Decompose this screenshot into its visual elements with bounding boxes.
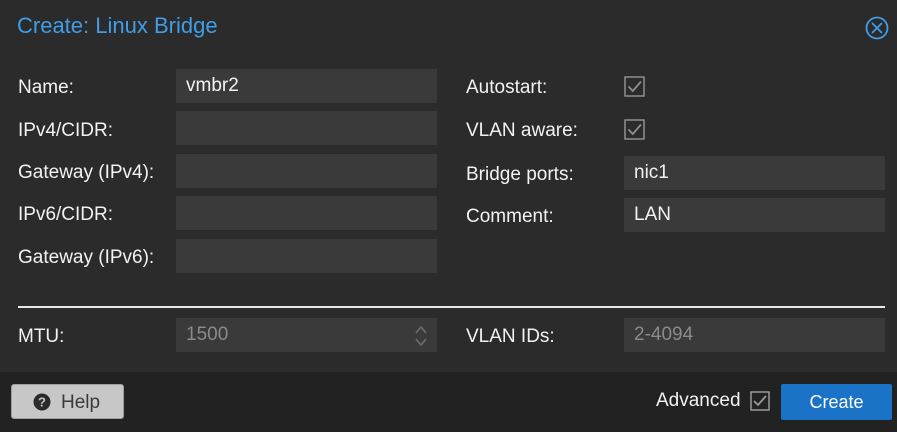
checkmark-icon bbox=[624, 119, 645, 140]
gateway-ipv4-label: Gateway (IPv4): bbox=[18, 162, 155, 183]
mtu-label: MTU: bbox=[18, 326, 65, 347]
close-icon[interactable] bbox=[865, 16, 889, 40]
name-label: Name: bbox=[18, 77, 74, 98]
dialog-title: Create: Linux Bridge bbox=[17, 13, 218, 38]
dialog-titlebar: Create: Linux Bridge bbox=[0, 0, 897, 54]
advanced-checkbox[interactable] bbox=[750, 391, 770, 411]
question-circle-icon: ? bbox=[33, 393, 51, 411]
gateway-ipv6-field[interactable] bbox=[176, 239, 437, 273]
vlan-ids-label: VLAN IDs: bbox=[466, 326, 555, 347]
ipv6-cidr-field[interactable] bbox=[176, 196, 437, 230]
help-button-label: Help bbox=[61, 392, 101, 413]
ipv6-cidr-label: IPv6/CIDR: bbox=[18, 204, 114, 225]
dialog-footer: ? Help Advanced Create bbox=[0, 372, 897, 432]
vlan-ids-field[interactable]: 2-4094 bbox=[624, 318, 885, 352]
gateway-ipv6-label: Gateway (IPv6): bbox=[18, 247, 155, 268]
ipv4-cidr-field[interactable] bbox=[176, 111, 437, 145]
comment-field[interactable]: LAN bbox=[624, 198, 885, 232]
section-divider bbox=[18, 306, 885, 308]
gateway-ipv4-field[interactable] bbox=[176, 154, 437, 188]
vlan-aware-label: VLAN aware: bbox=[466, 120, 578, 141]
svg-text:?: ? bbox=[38, 395, 46, 410]
autostart-checkbox[interactable] bbox=[624, 76, 646, 98]
mtu-field[interactable]: 1500 bbox=[176, 318, 437, 352]
bridge-form: Name: vmbr2 IPv4/CIDR: Gateway (IPv4): I… bbox=[0, 54, 897, 372]
vlan-aware-checkbox[interactable] bbox=[624, 119, 646, 141]
name-field[interactable]: vmbr2 bbox=[176, 69, 437, 103]
ipv4-cidr-label: IPv4/CIDR: bbox=[18, 120, 114, 141]
checkmark-icon bbox=[750, 391, 770, 411]
autostart-label: Autostart: bbox=[466, 77, 548, 98]
create-button[interactable]: Create bbox=[781, 384, 892, 420]
bridge-ports-field[interactable]: nic1 bbox=[624, 156, 885, 190]
create-button-label: Create bbox=[809, 392, 864, 412]
advanced-label: Advanced bbox=[656, 390, 741, 411]
mtu-placeholder: 1500 bbox=[186, 324, 229, 345]
comment-label: Comment: bbox=[466, 206, 554, 227]
checkmark-icon bbox=[624, 76, 645, 97]
bridge-ports-label: Bridge ports: bbox=[466, 164, 574, 185]
spinner-arrows-icon[interactable] bbox=[414, 323, 428, 349]
help-button[interactable]: ? Help bbox=[11, 384, 124, 419]
